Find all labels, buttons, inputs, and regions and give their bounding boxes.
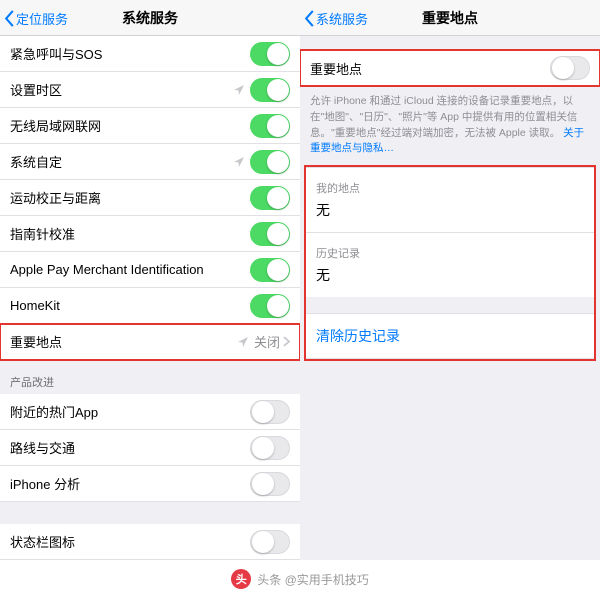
toggle-switch[interactable] xyxy=(250,78,290,102)
back-button[interactable]: 定位服务 xyxy=(4,0,68,36)
row-label: 设置时区 xyxy=(10,80,233,99)
back-button[interactable]: 系统服务 xyxy=(304,0,368,36)
settings-row[interactable]: iPhone 分析 xyxy=(0,466,300,502)
row-label: 紧急呼叫与SOS xyxy=(10,44,250,63)
watermark: 头 头条 @实用手机技巧 xyxy=(0,560,600,598)
toggle-switch[interactable] xyxy=(250,294,290,318)
location-icon xyxy=(233,84,245,96)
row-label: 指南针校准 xyxy=(10,224,250,243)
location-icon xyxy=(233,156,245,168)
settings-row[interactable]: 系统自定 xyxy=(0,144,300,180)
row-label: 系统自定 xyxy=(10,152,233,171)
settings-row[interactable]: 状态栏图标 xyxy=(0,524,300,560)
settings-row[interactable]: 设置时区 xyxy=(0,72,300,108)
toggle-switch[interactable] xyxy=(550,56,590,80)
row-status: 关闭 xyxy=(254,332,280,351)
chevron-right-icon xyxy=(283,336,290,347)
toggle-switch[interactable] xyxy=(250,186,290,210)
history-value: 无 xyxy=(306,263,594,297)
row-label: Apple Pay Merchant Identification xyxy=(10,262,250,277)
history-label: 历史记录 xyxy=(306,233,594,263)
settings-row[interactable]: HomeKit xyxy=(0,288,300,324)
significant-locations-toggle-row[interactable]: 重要地点 xyxy=(300,50,600,86)
toggle-label: 重要地点 xyxy=(310,59,550,78)
toggle-switch[interactable] xyxy=(250,150,290,174)
nav-header: 定位服务 系统服务 xyxy=(0,0,300,36)
settings-row[interactable]: 紧急呼叫与SOS xyxy=(0,36,300,72)
chevron-left-icon xyxy=(4,10,15,27)
row-label: 状态栏图标 xyxy=(10,532,250,551)
clear-history-button[interactable]: 清除历史记录 xyxy=(306,313,594,359)
my-places-label: 我的地点 xyxy=(306,168,594,198)
toggle-switch[interactable] xyxy=(250,436,290,460)
description-text: 允许 iPhone 和通过 iCloud 连接的设备记录重要地点，以在"地图"、… xyxy=(300,86,600,165)
settings-row[interactable]: 运动校正与距离 xyxy=(0,180,300,216)
row-label: HomeKit xyxy=(10,298,250,313)
page-title: 系统服务 xyxy=(122,8,178,28)
settings-row[interactable]: 附近的热门App xyxy=(0,394,300,430)
row-label: 运动校正与距离 xyxy=(10,188,250,207)
highlighted-box: 我的地点 无 历史记录 无 清除历史记录 xyxy=(304,165,596,361)
section-label: 产品改进 xyxy=(0,360,300,394)
back-label: 定位服务 xyxy=(16,9,68,28)
nav-header: 系统服务 重要地点 xyxy=(300,0,600,36)
settings-row[interactable]: 路线与交通 xyxy=(0,430,300,466)
back-label: 系统服务 xyxy=(316,9,368,28)
toggle-switch[interactable] xyxy=(250,42,290,66)
settings-row[interactable]: 重要地点关闭 xyxy=(0,324,300,360)
settings-row[interactable]: 无线局域网联网 xyxy=(0,108,300,144)
toggle-switch[interactable] xyxy=(250,114,290,138)
row-label: 重要地点 xyxy=(10,332,237,351)
toggle-switch[interactable] xyxy=(250,530,290,554)
row-label: 路线与交通 xyxy=(10,438,250,457)
settings-row[interactable]: 指南针校准 xyxy=(0,216,300,252)
row-label: 附近的热门App xyxy=(10,402,250,421)
settings-row[interactable]: Apple Pay Merchant Identification xyxy=(0,252,300,288)
toggle-switch[interactable] xyxy=(250,400,290,424)
screen-system-services: 定位服务 系统服务 紧急呼叫与SOS 设置时区无线局域网联网系统自定运动校正与距离… xyxy=(0,0,300,560)
toggle-switch[interactable] xyxy=(250,222,290,246)
page-title: 重要地点 xyxy=(422,8,478,28)
toggle-switch[interactable] xyxy=(250,472,290,496)
row-label: 无线局域网联网 xyxy=(10,116,250,135)
screen-significant-locations: 系统服务 重要地点 重要地点 允许 iPhone 和通过 iCloud 连接的设… xyxy=(300,0,600,560)
chevron-left-icon xyxy=(304,10,315,27)
toggle-switch[interactable] xyxy=(250,258,290,282)
location-icon xyxy=(237,336,249,348)
my-places-value: 无 xyxy=(306,198,594,232)
row-label: iPhone 分析 xyxy=(10,474,250,493)
toutiao-icon: 头 xyxy=(231,569,251,589)
